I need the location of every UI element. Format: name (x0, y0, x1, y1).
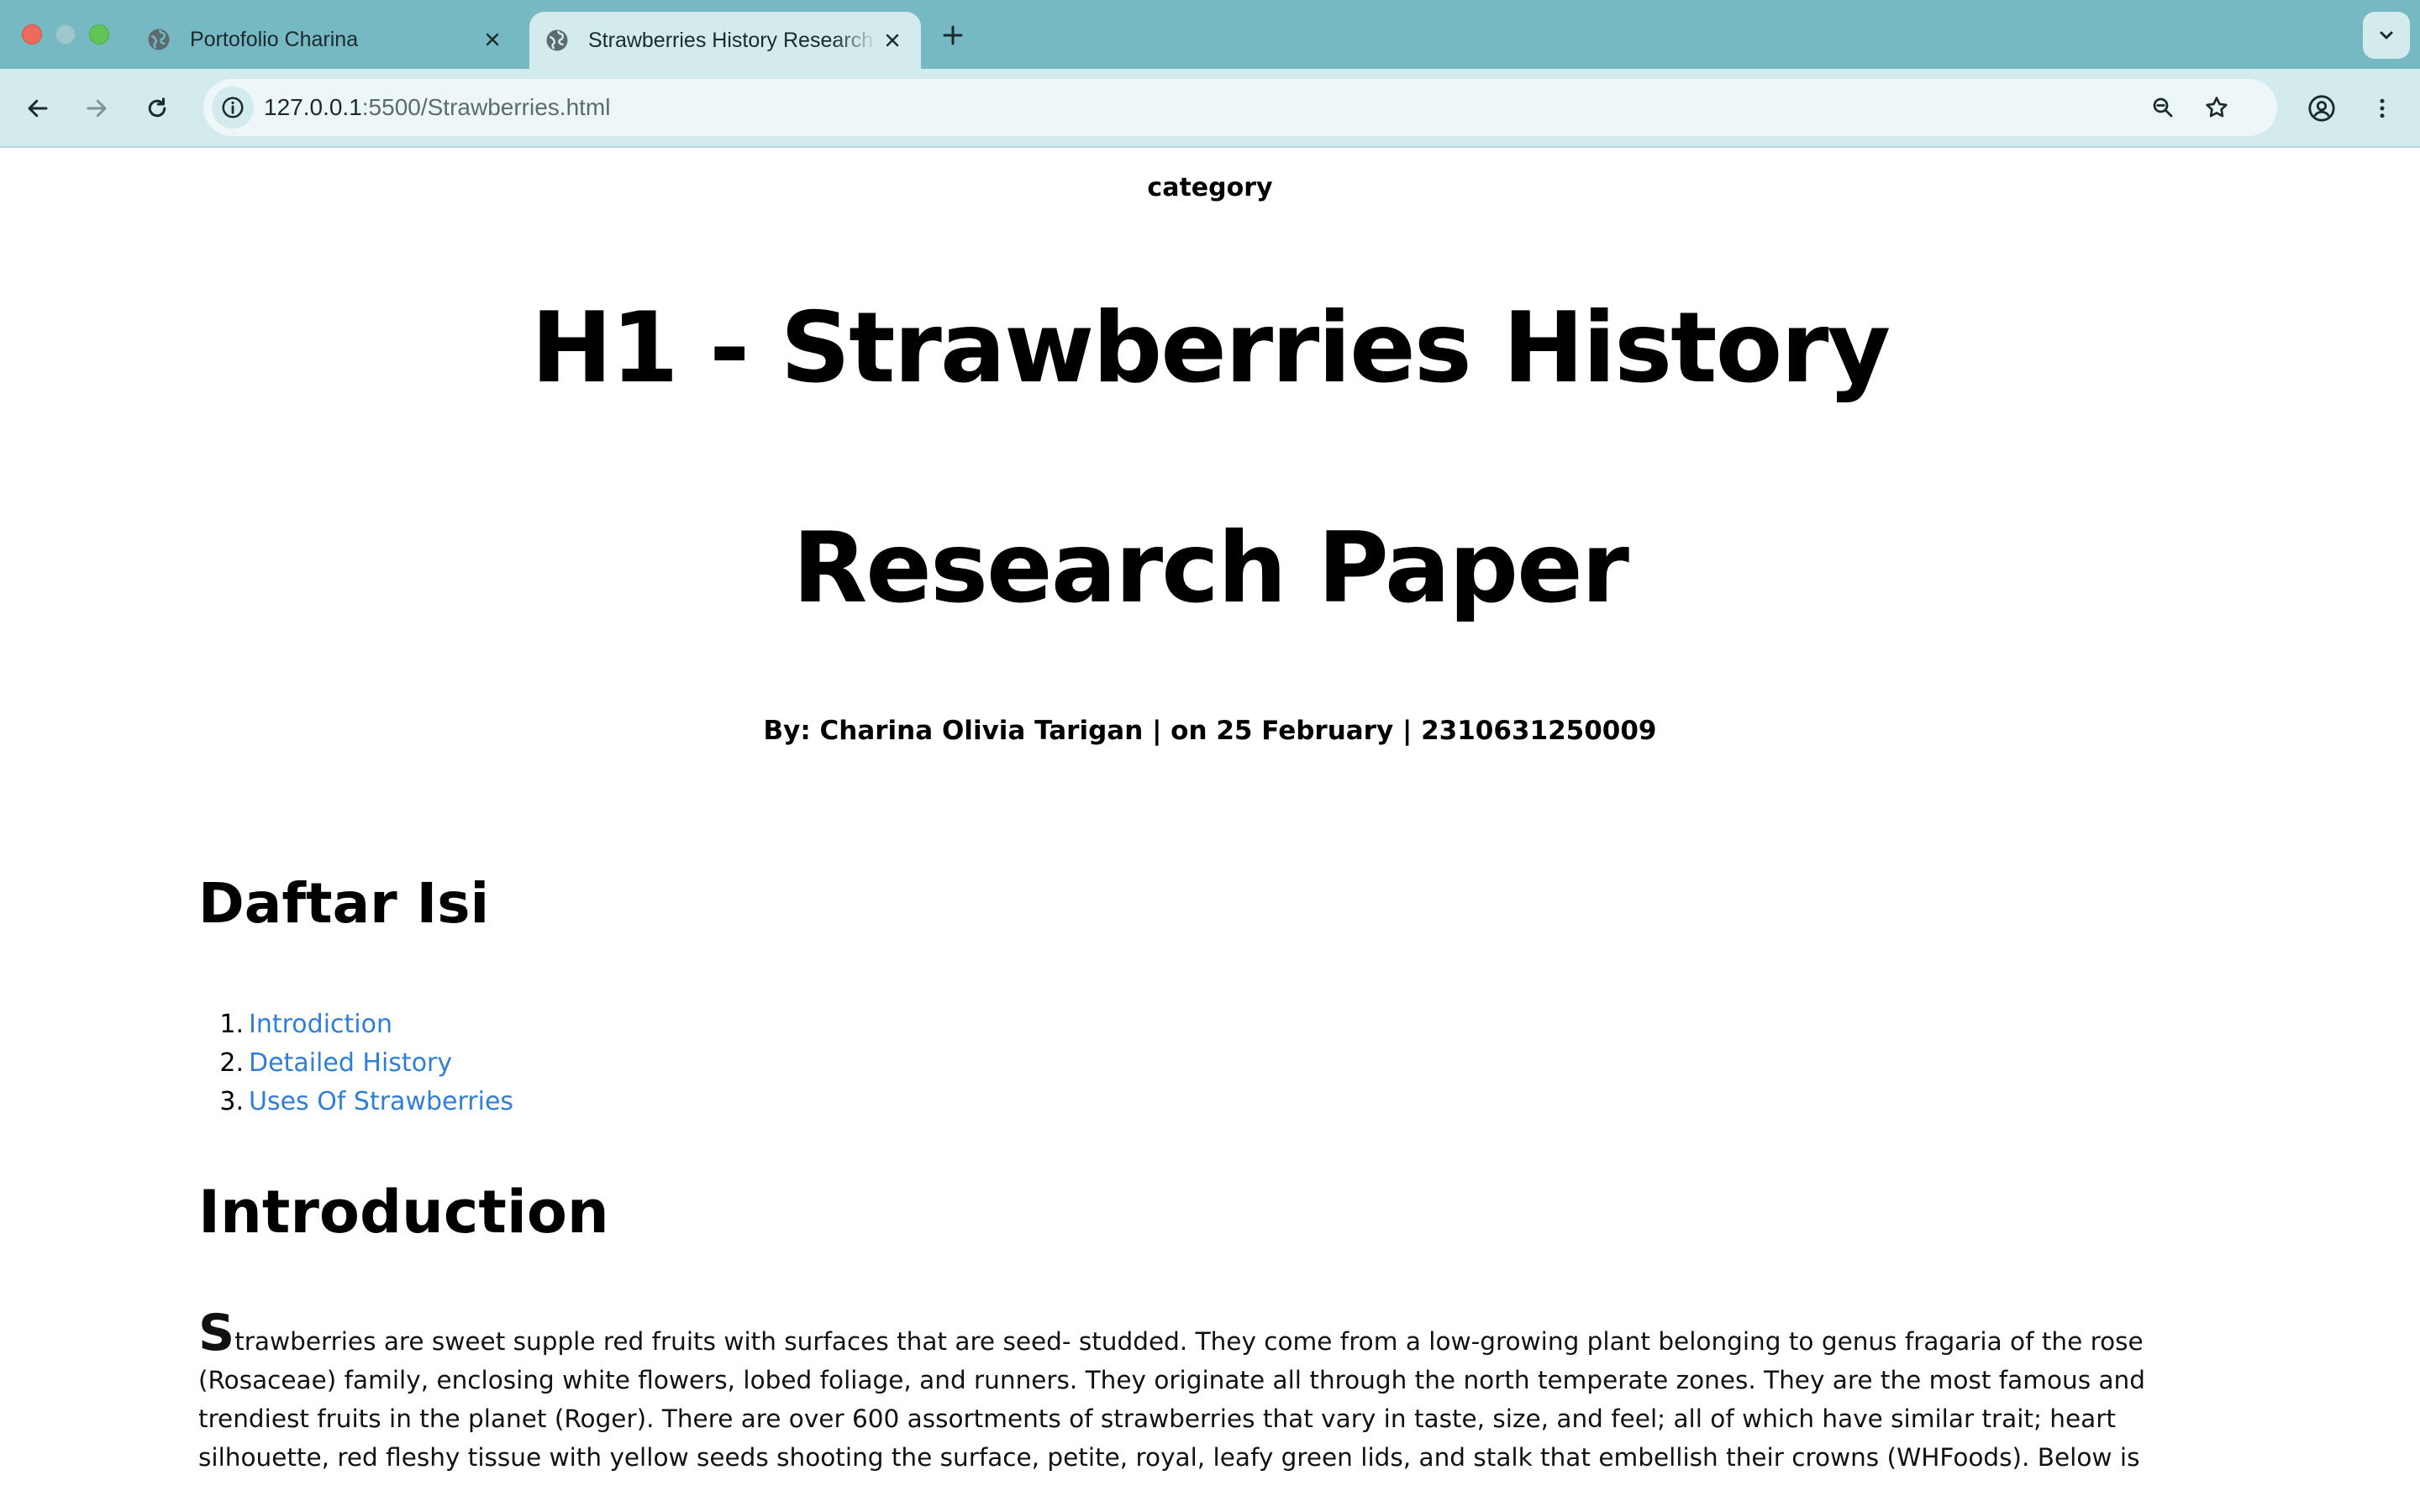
tab-strip: Portofolio Charina Strawberries History … (0, 0, 2420, 69)
site-info-icon[interactable] (212, 87, 254, 129)
introduction-text: trawberries are sweet supple red fruits … (198, 1327, 2145, 1472)
tab-search-chevron-icon[interactable] (2363, 12, 2410, 59)
toc-link-uses[interactable]: Uses Of Strawberries (249, 1087, 513, 1116)
forward-arrow-icon[interactable] (76, 87, 118, 129)
page-title-line-2: Research Paper (792, 512, 1629, 625)
close-tab-icon[interactable] (477, 24, 508, 55)
url-path: :5500/Strawberries.html (361, 94, 611, 120)
table-of-contents: 1. Introdiction 2. Detailed History 3. Uses… (198, 1005, 513, 1121)
minimize-window-button[interactable] (55, 24, 76, 45)
tab-title: Strawberries History Research Paper (588, 28, 877, 52)
introduction-paragraph: Strawberries are sweet supple red fruits… (198, 1308, 2215, 1477)
url-host: 127.0.0.1 (264, 94, 362, 120)
close-window-button[interactable] (22, 24, 42, 45)
toc-number: 3. (219, 1087, 244, 1116)
toc-heading: Daftar Isi (198, 871, 490, 936)
tab-title: Portofolio Charina (190, 27, 359, 51)
introduction-heading: Introduction (198, 1178, 609, 1247)
profile-icon[interactable] (2301, 87, 2343, 129)
byline: By: Charina Olivia Tarigan | on 25 Febru… (763, 716, 1657, 746)
toc-link-introduction[interactable]: Introdiction (249, 1010, 392, 1039)
drop-cap: S (198, 1304, 235, 1362)
toc-number: 2. (219, 1048, 244, 1078)
toc-link-detailed-history[interactable]: Detailed History (249, 1048, 452, 1078)
toc-item: 3. Uses Of Strawberries (198, 1083, 513, 1121)
page-title-line-1: H1 - Strawberries History (530, 291, 1891, 405)
reload-icon[interactable] (136, 87, 178, 129)
toc-number: 1. (219, 1010, 244, 1039)
bookmark-star-icon[interactable] (2200, 91, 2233, 124)
page-content: category H1 - Strawberries History Resea… (0, 149, 2420, 1512)
menu-kebab-icon[interactable] (2361, 87, 2403, 129)
address-bar[interactable]: 127.0.0.1:5500/Strawberries.html (203, 79, 2277, 136)
toc-item: 2. Detailed History (198, 1044, 513, 1083)
maximize-window-button[interactable] (89, 24, 109, 45)
new-tab-icon[interactable] (936, 18, 970, 52)
toc-item: 1. Introdiction (198, 1005, 513, 1044)
close-tab-icon[interactable] (877, 25, 908, 55)
url-text[interactable]: 127.0.0.1:5500/Strawberries.html (264, 79, 610, 136)
tab-portofolio[interactable]: Portofolio Charina (134, 10, 521, 69)
globe-icon (146, 27, 171, 52)
category-label: category (1147, 173, 1273, 202)
back-arrow-icon[interactable] (17, 87, 59, 129)
toolbar: 127.0.0.1:5500/Strawberries.html (0, 69, 2420, 148)
zoom-out-icon[interactable] (2146, 91, 2180, 124)
globe-icon (544, 28, 570, 53)
tab-strawberries[interactable]: Strawberries History Research Paper (529, 12, 921, 69)
